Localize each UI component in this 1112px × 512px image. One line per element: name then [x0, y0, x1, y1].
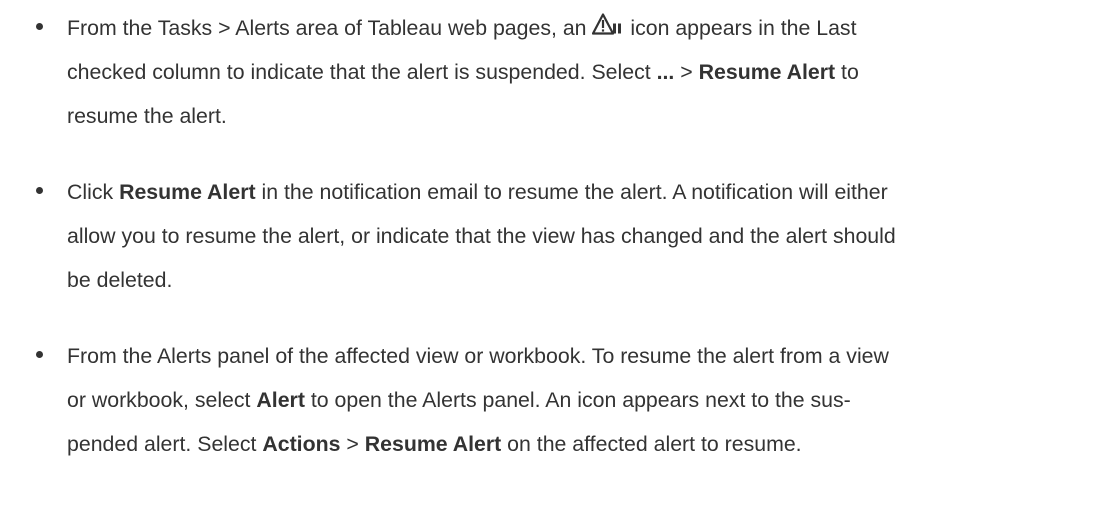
warning-pause-icon [592, 8, 624, 35]
ellipsis-menu-label: ... [656, 60, 675, 84]
text-line: checked column to indicate that the aler… [67, 50, 1107, 94]
text-line: be deleted. [67, 258, 1107, 302]
text-run: pended alert. Select [67, 432, 263, 456]
resume-alert-label: Resume Alert [119, 180, 256, 204]
text-run: icon appears in the Last [624, 16, 857, 40]
text-run: in the notification email to resume the … [255, 180, 888, 204]
text-run: on the affected alert to resume. [501, 432, 802, 456]
text-run: From the Alerts panel of the affected vi… [67, 344, 889, 368]
text-run: resume the alert. [67, 104, 227, 128]
bullet-dot [36, 23, 43, 30]
text-line: or workbook, select Alert to open the Al… [67, 378, 1107, 422]
text-line: Click Resume Alert in the notification e… [67, 170, 1107, 214]
text-run: > [340, 432, 365, 456]
actions-label: Actions [262, 432, 341, 456]
text-line: From the Tasks > Alerts area of Tableau … [67, 6, 1107, 50]
text-line: pended alert. Select Actions > Resume Al… [67, 422, 1107, 466]
resume-alert-label: Resume Alert [698, 60, 836, 84]
text-run: to [835, 60, 859, 84]
text-line: From the Alerts panel of the affected vi… [67, 334, 1107, 378]
text-line: resume the alert. [67, 94, 1107, 138]
text-run: be deleted. [67, 268, 173, 292]
text-run: or workbook, select [67, 388, 257, 412]
text-run: Click [67, 180, 120, 204]
text-run: From the Tasks > Alerts area of Tableau … [67, 16, 593, 40]
paragraph: Click Resume Alert in the notification e… [67, 170, 1107, 302]
bullet-dot [36, 351, 43, 358]
text-run: > [674, 60, 699, 84]
text-run: allow you to resume the alert, or indica… [67, 224, 896, 248]
text-line: allow you to resume the alert, or indica… [67, 214, 1107, 258]
paragraph: From the Tasks > Alerts area of Tableau … [67, 6, 1107, 138]
bullet-dot [36, 187, 43, 194]
paragraph: From the Alerts panel of the affected vi… [67, 334, 1107, 466]
resume-alert-label: Resume Alert [364, 432, 502, 456]
document-body: From the Tasks > Alerts area of Tableau … [0, 0, 1112, 512]
text-run: checked column to indicate that the aler… [67, 60, 657, 84]
alert-label: Alert [256, 388, 305, 412]
text-run: to open the Alerts panel. An icon appear… [304, 388, 851, 412]
